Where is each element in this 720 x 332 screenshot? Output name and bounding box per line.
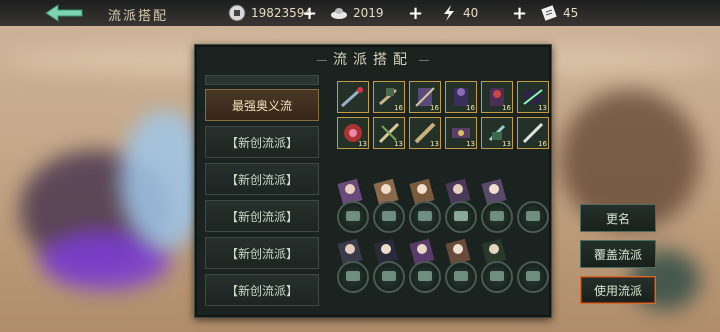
skill-slot[interactable]: 13 bbox=[445, 117, 477, 149]
skill-slot[interactable]: 16 bbox=[445, 81, 477, 113]
school-item-4[interactable]: 【新创流派】 bbox=[205, 200, 319, 232]
formation-slot[interactable] bbox=[445, 201, 477, 233]
formation-slot[interactable] bbox=[481, 201, 513, 233]
school-panel: 流派搭配 最强奥义流 【新创流派】 【新创流派】 【新创流派】 【新创流派】 【… bbox=[194, 44, 552, 318]
stamina-counter: 40 bbox=[440, 4, 478, 22]
back-arrow-icon[interactable] bbox=[44, 3, 84, 23]
formation-slot[interactable] bbox=[373, 261, 405, 293]
stamina-icon bbox=[440, 4, 458, 22]
add-coin-button[interactable]: + bbox=[302, 3, 317, 24]
formation-slot[interactable] bbox=[373, 201, 405, 233]
skill-slot[interactable]: 16 bbox=[517, 117, 549, 149]
skill-slot[interactable]: 13 bbox=[517, 81, 549, 113]
formation-slot[interactable] bbox=[445, 261, 477, 293]
ingot-icon bbox=[330, 4, 348, 22]
add-stamina-button[interactable]: + bbox=[512, 3, 527, 24]
school-list[interactable]: 最强奥义流 【新创流派】 【新创流派】 【新创流派】 【新创流派】 【新创流派】 bbox=[205, 75, 321, 311]
formation-slot[interactable] bbox=[409, 261, 441, 293]
skill-slot[interactable]: 16 bbox=[481, 81, 513, 113]
skill-slot[interactable]: 13 bbox=[373, 117, 405, 149]
formation-slot[interactable] bbox=[481, 261, 513, 293]
school-item-2[interactable]: 【新创流派】 bbox=[205, 126, 319, 158]
coin-counter: 19823594 bbox=[228, 4, 312, 22]
skill-slot[interactable]: 16 bbox=[409, 81, 441, 113]
page-title: 流派搭配 bbox=[108, 9, 169, 24]
coin-icon bbox=[228, 4, 246, 22]
top-bar: 流派搭配 19823594 + 2019 + 40 + 45 bbox=[0, 0, 720, 26]
formation-slot[interactable] bbox=[517, 261, 549, 293]
skill-slot[interactable]: 13 bbox=[481, 117, 513, 149]
ingot-counter: 2019 bbox=[330, 4, 384, 22]
panel-title: 流派搭配 bbox=[195, 49, 551, 69]
use-school-button[interactable]: 使用流派 bbox=[580, 276, 656, 304]
scroll-icon bbox=[540, 4, 558, 22]
formation-slot[interactable] bbox=[337, 201, 369, 233]
add-ingot-button[interactable]: + bbox=[408, 3, 423, 24]
skill-slot[interactable]: 16 bbox=[373, 81, 405, 113]
school-item-1[interactable]: 最强奥义流 bbox=[205, 89, 319, 121]
list-scroll-top bbox=[205, 75, 319, 85]
overwrite-school-button[interactable]: 覆盖流派 bbox=[580, 240, 656, 268]
formation-slot[interactable] bbox=[517, 201, 549, 233]
skill-slot[interactable] bbox=[337, 81, 369, 113]
skill-slot[interactable]: 13 bbox=[337, 117, 369, 149]
formation-slot[interactable] bbox=[409, 201, 441, 233]
school-item-5[interactable]: 【新创流派】 bbox=[205, 237, 319, 269]
rename-button[interactable]: 更名 bbox=[580, 204, 656, 232]
school-item-6[interactable]: 【新创流派】 bbox=[205, 274, 319, 306]
skill-slot[interactable]: 13 bbox=[409, 117, 441, 149]
scroll-counter: 45 bbox=[540, 4, 578, 22]
formation-slot[interactable] bbox=[337, 261, 369, 293]
school-item-3[interactable]: 【新创流派】 bbox=[205, 163, 319, 195]
